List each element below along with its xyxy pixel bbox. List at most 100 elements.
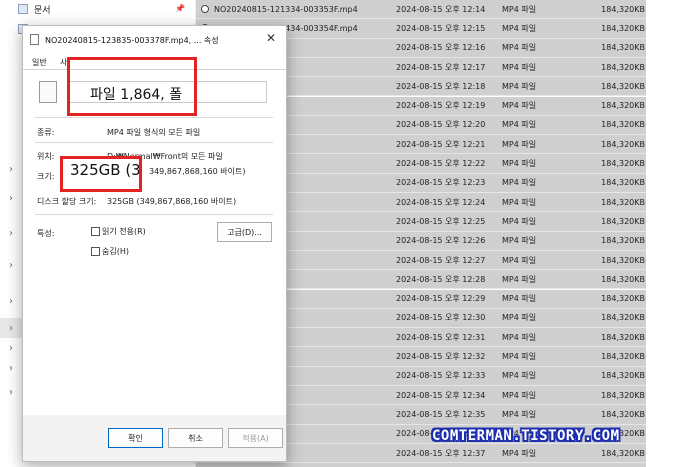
file-date: 2024-08-15 오후 12:32 (396, 352, 486, 362)
checkbox-box[interactable] (91, 227, 100, 236)
file-size: 184,320KB (601, 236, 645, 246)
readonly-label: 읽기 전용(R) (102, 227, 146, 236)
table-row[interactable]: NO20240815-121334-003353F.mp4 2024-08-15 … (196, 0, 646, 20)
file-type-icon (39, 81, 57, 103)
file-date: 2024-08-15 오후 12:15 (396, 23, 486, 33)
chevron-right-icon[interactable]: › (9, 228, 13, 239)
file-date: 2024-08-15 오후 12:28 (396, 274, 486, 284)
file-size: 184,320KB (601, 448, 645, 458)
sidebar-item-label: 문서 (34, 5, 51, 16)
file-date: 2024-08-15 오후 12:27 (396, 255, 486, 265)
dialog-footer: 확인 취소 적용(A) (23, 415, 286, 461)
file-type: MP4 파일 (502, 448, 537, 458)
file-date: 2024-08-15 오후 12:14 (396, 4, 486, 14)
dialog-titlebar[interactable]: NO20240815-123835-003378F.mp4, ... 속성 ✕ (23, 26, 286, 53)
file-type: MP4 파일 (502, 409, 537, 419)
file-date: 2024-08-15 오후 12:24 (396, 197, 486, 207)
file-date: 2024-08-15 오후 12:16 (396, 43, 486, 53)
disk-size-label: 디스크 할당 크기: (37, 197, 97, 206)
file-size: 184,320KB (601, 23, 645, 33)
file-type: MP4 파일 (502, 197, 537, 207)
size-label: 크기: (37, 172, 55, 181)
attributes-label: 특성: (37, 229, 55, 238)
file-date: 2024-08-15 오후 12:31 (396, 332, 486, 342)
file-size: 184,320KB (601, 294, 645, 304)
file-size: 184,320KB (601, 352, 645, 362)
tab-general[interactable]: 일반 (32, 57, 47, 68)
pin-icon[interactable]: 📌 (175, 4, 185, 13)
file-size: 184,320KB (601, 197, 645, 207)
advanced-button[interactable]: 고급(D)... (217, 222, 272, 242)
file-date: 2024-08-15 오후 12:26 (396, 236, 486, 246)
file-type: MP4 파일 (502, 332, 537, 342)
file-size: 184,320KB (601, 390, 645, 400)
ok-button[interactable]: 확인 (108, 428, 163, 448)
file-type: MP4 파일 (502, 352, 537, 362)
dialog-title: NO20240815-123835-003378F.mp4, ... 속성 (45, 36, 219, 45)
file-date: 2024-08-15 오후 12:29 (396, 294, 486, 304)
disk-size-value: 325GB (349,867,868,160 바이트) (107, 197, 237, 206)
file-type: MP4 파일 (502, 4, 537, 14)
divider (35, 117, 273, 118)
file-type: MP4 파일 (502, 390, 537, 400)
file-type: MP4 파일 (502, 371, 537, 381)
chevron-right-icon[interactable]: › (9, 193, 13, 204)
file-size: 184,320KB (601, 313, 645, 323)
file-date: 2024-08-15 오후 12:18 (396, 81, 486, 91)
apply-button[interactable]: 적용(A) (228, 428, 283, 448)
cancel-button[interactable]: 취소 (168, 428, 223, 448)
video-file-icon (201, 5, 209, 13)
chevron-right-icon[interactable]: › (9, 260, 13, 271)
file-type: MP4 파일 (502, 216, 537, 226)
hidden-label: 숨김(H) (102, 247, 129, 256)
file-size: 184,320KB (601, 139, 645, 149)
file-type: MP4 파일 (502, 274, 537, 284)
divider (35, 214, 273, 215)
file-size: 184,320KB (601, 101, 645, 111)
file-size: 184,320KB (601, 120, 645, 130)
file-type: MP4 파일 (502, 178, 537, 188)
sidebar-item-documents[interactable]: 문서 (18, 0, 51, 18)
file-type: MP4 파일 (502, 62, 537, 72)
checkbox-box[interactable] (91, 247, 100, 256)
readonly-checkbox[interactable]: 읽기 전용(R) (91, 226, 146, 237)
chevron-right-icon[interactable]: › (9, 343, 13, 354)
file-date: 2024-08-15 오후 12:19 (396, 101, 486, 111)
file-date: 2024-08-15 오후 12:21 (396, 139, 486, 149)
file-type: MP4 파일 (502, 101, 537, 111)
file-type: MP4 파일 (502, 159, 537, 169)
file-type: MP4 파일 (502, 255, 537, 265)
highlight-box (67, 57, 197, 116)
file-date: 2024-08-15 오후 12:22 (396, 159, 486, 169)
file-size: 184,320KB (601, 216, 645, 226)
file-date: 2024-08-15 오후 12:33 (396, 371, 486, 381)
table-row[interactable]: NO20240815-123735-003377F.mp42024-08-15 … (196, 463, 646, 467)
file-size: 184,320KB (601, 274, 645, 284)
file-date: 2024-08-15 오후 12:30 (396, 313, 486, 323)
divider (35, 142, 273, 143)
file-date: 2024-08-15 오후 12:20 (396, 120, 486, 130)
file-size: 184,320KB (601, 62, 645, 72)
properties-dialog: NO20240815-123835-003378F.mp4, ... 속성 ✕ … (22, 25, 287, 462)
file-type: MP4 파일 (502, 81, 537, 91)
watermark: COMTERMAN.TISTORY.COM (432, 428, 620, 444)
type-value: MP4 파일 형식의 모든 파일 (107, 128, 201, 137)
chevron-right-icon[interactable]: › (9, 363, 13, 374)
chevron-right-icon[interactable]: › (9, 387, 13, 398)
close-icon[interactable]: ✕ (266, 31, 276, 45)
file-date: 2024-08-15 오후 12:34 (396, 390, 486, 400)
chevron-right-icon[interactable]: › (9, 296, 13, 307)
hidden-checkbox[interactable]: 숨김(H) (91, 246, 129, 257)
documents-icon (18, 4, 28, 14)
file-type: MP4 파일 (502, 294, 537, 304)
file-type: MP4 파일 (502, 313, 537, 323)
file-date: 2024-08-15 오후 12:25 (396, 216, 486, 226)
chevron-right-icon[interactable]: › (9, 323, 13, 334)
file-type: MP4 파일 (502, 120, 537, 130)
file-size: 184,320KB (601, 43, 645, 53)
size-bytes: 349,867,868,160 바이트) (149, 167, 246, 176)
file-size: 184,320KB (601, 4, 645, 14)
file-size: 184,320KB (601, 409, 645, 419)
chevron-right-icon[interactable]: › (9, 164, 13, 175)
file-type: MP4 파일 (502, 139, 537, 149)
